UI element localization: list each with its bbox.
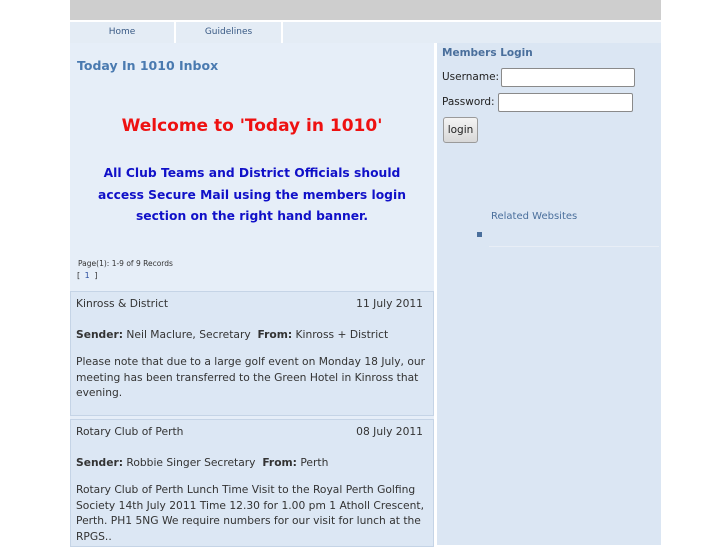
nav-bar: Home Guidelines	[70, 21, 661, 43]
username-label: Username:	[442, 71, 500, 83]
sender-name: Neil Maclure, Secretary	[126, 328, 251, 341]
username-input[interactable]	[501, 68, 635, 87]
message-sender-line: Sender: Robbie Singer Secretary From: Pe…	[76, 456, 328, 469]
message-item[interactable]: Kinross & District 11 July 2011 Sender: …	[70, 291, 434, 416]
password-label: Password:	[442, 96, 495, 108]
message-body: Please note that due to a large golf eve…	[76, 355, 426, 399]
sender-name: Robbie Singer Secretary	[126, 456, 256, 469]
login-button[interactable]: login	[443, 117, 478, 143]
password-input[interactable]	[498, 93, 633, 112]
top-banner	[70, 0, 661, 20]
sender-label: Sender:	[76, 456, 123, 469]
nav-home-link[interactable]: Home	[70, 22, 176, 43]
login-title: Members Login	[442, 47, 533, 59]
pager-close-bracket: ]	[94, 271, 99, 280]
message-date: 11 July 2011	[356, 297, 423, 310]
page-title: Today In 1010 Inbox	[77, 58, 219, 73]
from-value: Perth	[300, 456, 329, 469]
message-from: Rotary Club of Perth	[76, 425, 184, 438]
notice-text: All Club Teams and District Officials sh…	[98, 166, 406, 223]
sidebar: Members Login Username: Password: login …	[437, 43, 661, 545]
bullet-icon	[477, 232, 482, 237]
pager-summary: Page(1): 1-9 of 9 Records	[78, 259, 173, 268]
divider	[489, 246, 659, 247]
from-label: From:	[262, 456, 297, 469]
nav-guidelines-link[interactable]: Guidelines	[176, 22, 283, 43]
pager-open-bracket: [	[77, 271, 82, 280]
sender-label: Sender:	[76, 328, 123, 341]
message-sender-line: Sender: Neil Maclure, Secretary From: Ki…	[76, 328, 388, 341]
main-content: Today In 1010 Inbox Welcome to 'Today in…	[70, 43, 434, 547]
welcome-heading: Welcome to 'Today in 1010'	[121, 116, 383, 136]
related-websites-title: Related Websites	[491, 211, 578, 222]
message-item[interactable]: Rotary Club of Perth 08 July 2011 Sender…	[70, 419, 434, 547]
pager: [ 1 ]	[77, 271, 98, 280]
message-date: 08 July 2011	[356, 425, 423, 438]
pager-page-1-link[interactable]: 1	[85, 271, 91, 280]
from-label: From:	[257, 328, 293, 341]
message-body: Rotary Club of Perth Lunch Time Visit to…	[76, 483, 424, 543]
from-value: Kinross + District	[295, 328, 389, 341]
message-from: Kinross & District	[76, 297, 169, 310]
